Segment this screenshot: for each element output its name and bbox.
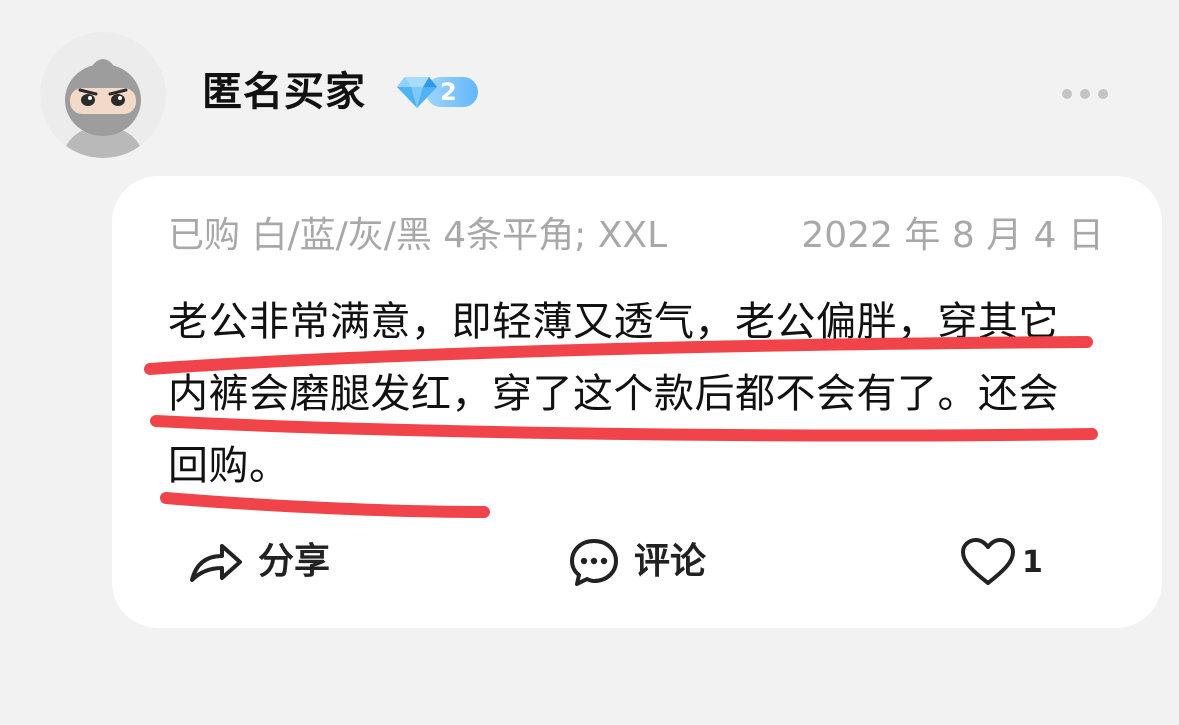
share-arrow-icon bbox=[190, 544, 242, 582]
purchase-info: 已购 白/蓝/灰/黑 4条平角; XXL bbox=[168, 215, 668, 256]
level-number: 2 bbox=[440, 78, 457, 106]
share-label: 分享 bbox=[258, 541, 331, 582]
action-bar: 分享 评论 1 bbox=[112, 532, 1162, 592]
like-button[interactable]: 1 bbox=[960, 532, 1043, 592]
username[interactable]: 匿名买家 bbox=[202, 64, 366, 120]
diamond-icon bbox=[397, 77, 437, 108]
like-count: 1 bbox=[1022, 544, 1043, 580]
review-text: 老公非常满意，即轻薄又透气，老公偏胖，穿其它内裤会磨腿发红，穿了这个款后都不会有… bbox=[168, 299, 1059, 489]
user-avatar[interactable] bbox=[40, 32, 166, 158]
more-options-button[interactable] bbox=[1058, 84, 1112, 104]
more-dots-icon bbox=[1062, 89, 1108, 99]
review-card: 已购 白/蓝/灰/黑 4条平角; XXL 2022 年 8 月 4 日 老公非常… bbox=[112, 176, 1162, 628]
ninja-avatar-icon bbox=[40, 32, 166, 158]
level-badge: 2 bbox=[396, 74, 480, 110]
heart-icon bbox=[961, 538, 1015, 585]
share-button[interactable]: 分享 bbox=[188, 532, 330, 592]
comment-bubble-icon bbox=[570, 539, 618, 586]
comment-label: 评论 bbox=[634, 541, 707, 582]
comment-button[interactable]: 评论 bbox=[568, 532, 706, 592]
review-date: 2022 年 8 月 4 日 bbox=[801, 215, 1104, 256]
